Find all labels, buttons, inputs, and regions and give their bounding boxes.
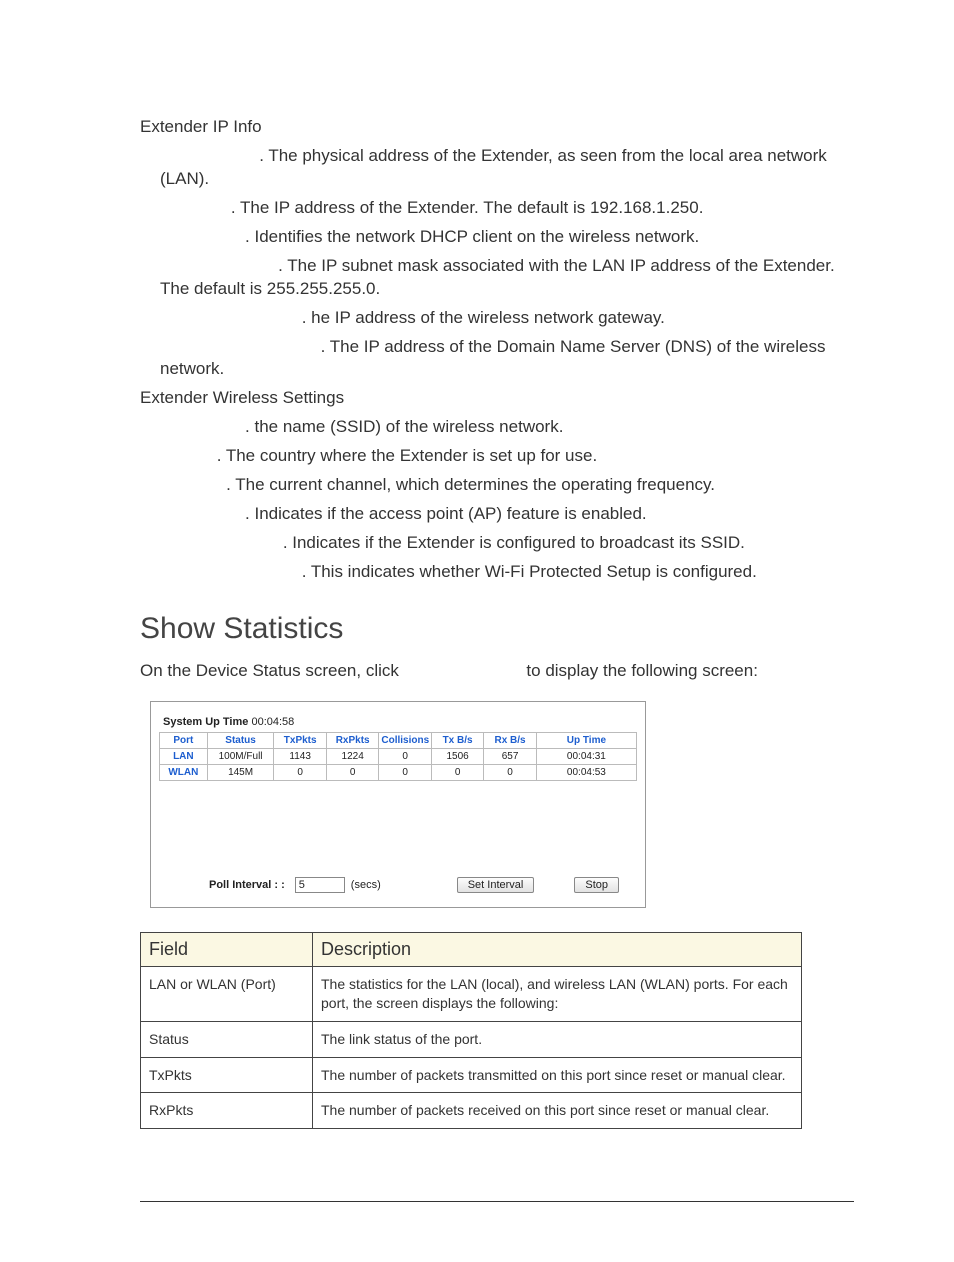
wireless-line: . This indicates whether Wi-Fi Protected… [140, 561, 854, 584]
col-status: Status [207, 732, 274, 748]
field-desc: The statistics for the LAN (local), and … [313, 966, 802, 1021]
cell-uptime: 00:04:31 [536, 748, 636, 764]
poll-interval-label: Poll Interval : : [209, 879, 285, 891]
footer-divider [140, 1201, 854, 1202]
field-name: TxPkts [141, 1057, 313, 1093]
field-desc: The number of packets received on this p… [313, 1093, 802, 1129]
field-name: LAN or WLAN (Port) [141, 966, 313, 1021]
cell-txbs: 1506 [431, 748, 483, 764]
header-description: Description [313, 932, 802, 966]
cell-rxbs: 0 [484, 764, 536, 780]
cell-status: 100M/Full [207, 748, 274, 764]
cell-collisions: 0 [379, 748, 431, 764]
wireless-line: . Indicates if the Extender is configure… [140, 532, 854, 555]
cell-uptime: 00:04:53 [536, 764, 636, 780]
statistics-screenshot: System Up Time 00:04:58 Port Status TxPk… [150, 701, 646, 908]
table-header-row: Field Description [141, 932, 802, 966]
table-row: LAN or WLAN (Port) The statistics for th… [141, 966, 802, 1021]
col-txpkts: TxPkts [274, 732, 326, 748]
poll-interval-input[interactable]: 5 [295, 877, 345, 893]
cell-txbs: 0 [431, 764, 483, 780]
cell-txpkts: 1143 [274, 748, 326, 764]
ip-info-line: . The IP address of the Domain Name Serv… [140, 336, 854, 382]
cell-rxpkts: 1224 [326, 748, 378, 764]
col-port: Port [160, 732, 208, 748]
wireless-heading: Extender Wireless Settings [140, 387, 854, 410]
table-row: Status The link status of the port. [141, 1021, 802, 1057]
table-row: WLAN 145M 0 0 0 0 0 00:04:53 [160, 764, 637, 780]
table-row: LAN 100M/Full 1143 1224 0 1506 657 00:04… [160, 748, 637, 764]
field-desc: The link status of the port. [313, 1021, 802, 1057]
system-up-time-label: System Up Time 00:04:58 [163, 716, 637, 728]
table-header-row: Port Status TxPkts RxPkts Collisions Tx … [160, 732, 637, 748]
statistics-table: Port Status TxPkts RxPkts Collisions Tx … [159, 732, 637, 781]
cell-rxbs: 657 [484, 748, 536, 764]
ip-info-line: . The IP subnet mask associated with the… [140, 255, 854, 301]
ip-info-line: . he IP address of the wireless network … [140, 307, 854, 330]
cell-rxpkts: 0 [326, 764, 378, 780]
ip-info-line: . Identifies the network DHCP client on … [140, 226, 854, 249]
field-description-table: Field Description LAN or WLAN (Port) The… [140, 932, 802, 1129]
stop-button[interactable]: Stop [574, 877, 619, 893]
cell-txpkts: 0 [274, 764, 326, 780]
field-desc: The number of packets transmitted on thi… [313, 1057, 802, 1093]
header-field: Field [141, 932, 313, 966]
wireless-line: . Indicates if the access point (AP) fea… [140, 503, 854, 526]
table-row: TxPkts The number of packets transmitted… [141, 1057, 802, 1093]
stats-intro: On the Device Status screen, click to di… [140, 660, 854, 683]
wireless-line: . The current channel, which determines … [140, 474, 854, 497]
ip-info-heading: Extender IP Info [140, 116, 854, 139]
ip-info-line: . The IP address of the Extender. The de… [140, 197, 854, 220]
cell-collisions: 0 [379, 764, 431, 780]
col-uptime: Up Time [536, 732, 636, 748]
cell-port: LAN [160, 748, 208, 764]
cell-status: 145M [207, 764, 274, 780]
col-rxbs: Rx B/s [484, 732, 536, 748]
cell-port: WLAN [160, 764, 208, 780]
show-statistics-heading: Show Statistics [140, 612, 854, 646]
col-rxpkts: RxPkts [326, 732, 378, 748]
set-interval-button[interactable]: Set Interval [457, 877, 535, 893]
col-txbs: Tx B/s [431, 732, 483, 748]
poll-interval-unit: (secs) [351, 879, 381, 891]
ip-info-line: . The physical address of the Extender, … [140, 145, 854, 191]
col-collisions: Collisions [379, 732, 431, 748]
table-row: RxPkts The number of packets received on… [141, 1093, 802, 1129]
system-up-time-value: 00:04:58 [251, 716, 294, 728]
wireless-line: . the name (SSID) of the wireless networ… [140, 416, 854, 439]
wireless-line: . The country where the Extender is set … [140, 445, 854, 468]
field-name: Status [141, 1021, 313, 1057]
field-name: RxPkts [141, 1093, 313, 1129]
